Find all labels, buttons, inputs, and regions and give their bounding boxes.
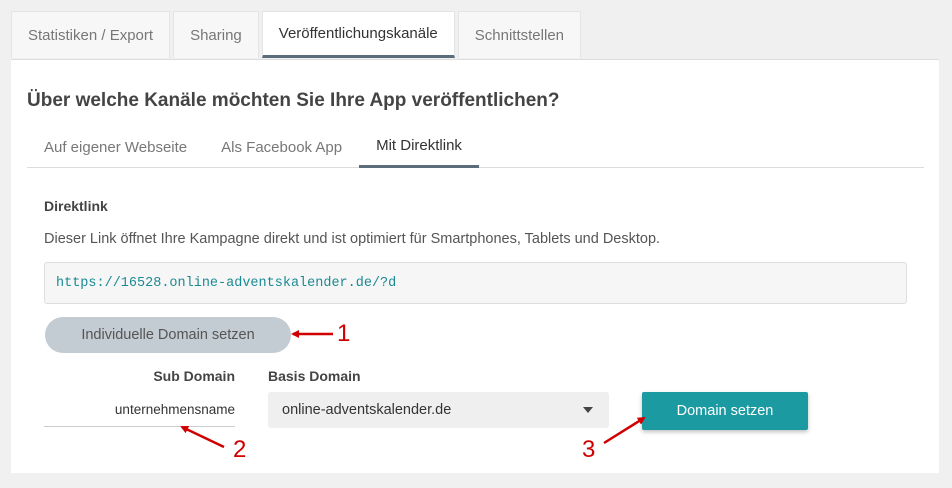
sub-domain-label: Sub Domain [153, 368, 235, 384]
custom-domain-button[interactable]: Individuelle Domain setzen [45, 317, 291, 353]
base-domain-select[interactable]: online-adventskalender.de [268, 392, 609, 428]
tab-eigene-webseite[interactable]: Auf eigener Webseite [27, 126, 204, 168]
page-title: Über welche Kanäle möchten Sie Ihre App … [27, 90, 560, 111]
annotation-label-1: 1 [337, 320, 351, 347]
top-tab-bar: Statistiken / Export Sharing Veröffentli… [11, 11, 584, 59]
section-title: Direktlink [44, 198, 108, 214]
tab-sharing[interactable]: Sharing [173, 11, 259, 58]
sub-domain-input[interactable] [44, 393, 235, 427]
content-panel: Über welche Kanäle möchten Sie Ihre App … [11, 59, 939, 473]
tab-schnittstellen[interactable]: Schnittstellen [457, 11, 581, 58]
tab-statistiken-export[interactable]: Statistiken / Export [11, 11, 171, 58]
direct-link-field[interactable]: https://16528.online-adventskalender.de/… [44, 262, 907, 304]
channel-tab-bar: Auf eigener Webseite Als Facebook App Mi… [27, 126, 924, 168]
base-domain-selected-value: online-adventskalender.de [282, 402, 452, 418]
tab-veroeffentlichungskanaele[interactable]: Veröffentlichungskanäle [261, 11, 455, 58]
annotation-label-3: 3 [582, 436, 596, 463]
tab-direktlink[interactable]: Mit Direktlink [359, 126, 479, 168]
annotation-label-2: 2 [233, 436, 247, 463]
base-domain-label: Basis Domain [268, 368, 361, 384]
section-description: Dieser Link öffnet Ihre Kampagne direkt … [44, 231, 661, 247]
tab-facebook-app[interactable]: Als Facebook App [204, 126, 359, 168]
set-domain-button[interactable]: Domain setzen [642, 392, 808, 430]
caret-down-icon [583, 407, 593, 413]
